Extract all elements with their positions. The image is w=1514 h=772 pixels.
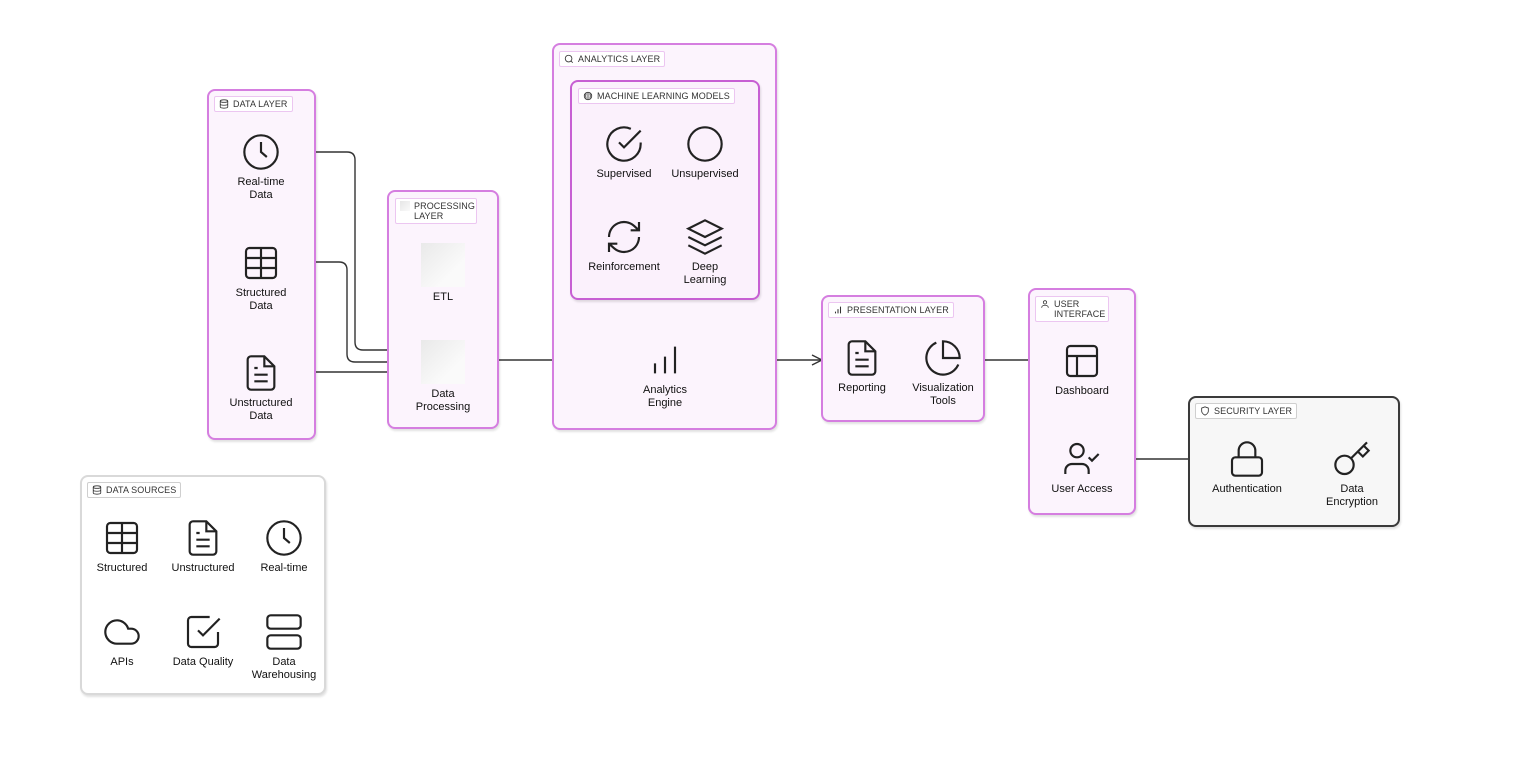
node-data-encryption[interactable]: Data Encryption <box>1312 439 1392 509</box>
node-structured-data[interactable]: Structured Data <box>221 243 301 313</box>
node-unsupervised[interactable]: Unsupervised <box>665 124 745 181</box>
file-text-icon <box>842 338 882 378</box>
node-src-structured[interactable]: Structured <box>82 518 162 575</box>
node-supervised[interactable]: Supervised <box>584 124 664 181</box>
group-label-data-layer: DATA LAYER <box>214 96 293 112</box>
layout-icon <box>1062 341 1102 381</box>
node-src-data-quality[interactable]: Data Quality <box>163 612 243 669</box>
node-deep-learning[interactable]: Deep Learning <box>665 217 745 287</box>
placeholder-icon <box>421 340 465 384</box>
node-data-processing[interactable]: Data Processing <box>403 340 483 414</box>
node-unstructured-data[interactable]: Unstructured Data <box>221 353 301 423</box>
group-label-ml-models: MACHINE LEARNING MODELS <box>578 88 735 104</box>
node-realtime-data[interactable]: Real-time Data <box>221 132 301 202</box>
user-check-icon <box>1062 439 1102 479</box>
table-icon <box>241 243 281 283</box>
bar-chart-icon <box>645 340 685 380</box>
node-reinforcement[interactable]: Reinforcement <box>584 217 664 274</box>
group-label-security-layer: SECURITY LAYER <box>1195 403 1298 419</box>
node-src-apis[interactable]: APIs <box>82 612 162 669</box>
check-circle-icon <box>604 124 644 164</box>
table-icon <box>102 518 142 558</box>
clock-icon <box>264 518 304 558</box>
server-icon <box>264 612 304 652</box>
database-icon <box>92 485 102 495</box>
node-etl[interactable]: ETL <box>403 243 483 304</box>
file-text-icon <box>241 353 281 393</box>
node-authentication[interactable]: Authentication <box>1207 439 1287 496</box>
bar-chart-icon <box>833 305 843 315</box>
clock-icon <box>241 132 281 172</box>
circle-icon <box>685 124 725 164</box>
node-dashboard[interactable]: Dashboard <box>1042 341 1122 398</box>
group-label-analytics-layer: ANALYTICS LAYER <box>559 51 666 67</box>
pie-chart-icon <box>923 338 963 378</box>
node-src-data-warehousing[interactable]: Data Warehousing <box>244 612 324 682</box>
node-src-realtime[interactable]: Real-time <box>244 518 324 575</box>
node-reporting[interactable]: Reporting <box>822 338 902 395</box>
group-label-data-sources: DATA SOURCES <box>87 482 182 498</box>
node-user-access[interactable]: User Access <box>1042 439 1122 496</box>
cloud-icon <box>102 612 142 652</box>
file-text-icon <box>183 518 223 558</box>
layers-icon <box>685 217 725 257</box>
user-icon <box>1040 299 1050 309</box>
placeholder-icon <box>421 243 465 287</box>
check-square-icon <box>183 612 223 652</box>
refresh-icon <box>604 217 644 257</box>
brain-icon <box>583 91 593 101</box>
group-label-processing-layer: PROCESSING LAYER <box>395 198 477 224</box>
lock-icon <box>1227 439 1267 479</box>
node-analytics-engine[interactable]: Analytics Engine <box>625 340 705 410</box>
node-visualization-tools[interactable]: Visualization Tools <box>903 338 983 408</box>
group-label-user-interface: USER INTERFACE <box>1035 296 1109 322</box>
database-icon <box>219 99 229 109</box>
shield-icon <box>1200 406 1210 416</box>
group-label-presentation-layer: PRESENTATION LAYER <box>828 302 954 318</box>
key-icon <box>1332 439 1372 479</box>
search-icon <box>564 54 574 64</box>
node-src-unstructured[interactable]: Unstructured <box>163 518 243 575</box>
placeholder-icon <box>400 201 410 211</box>
